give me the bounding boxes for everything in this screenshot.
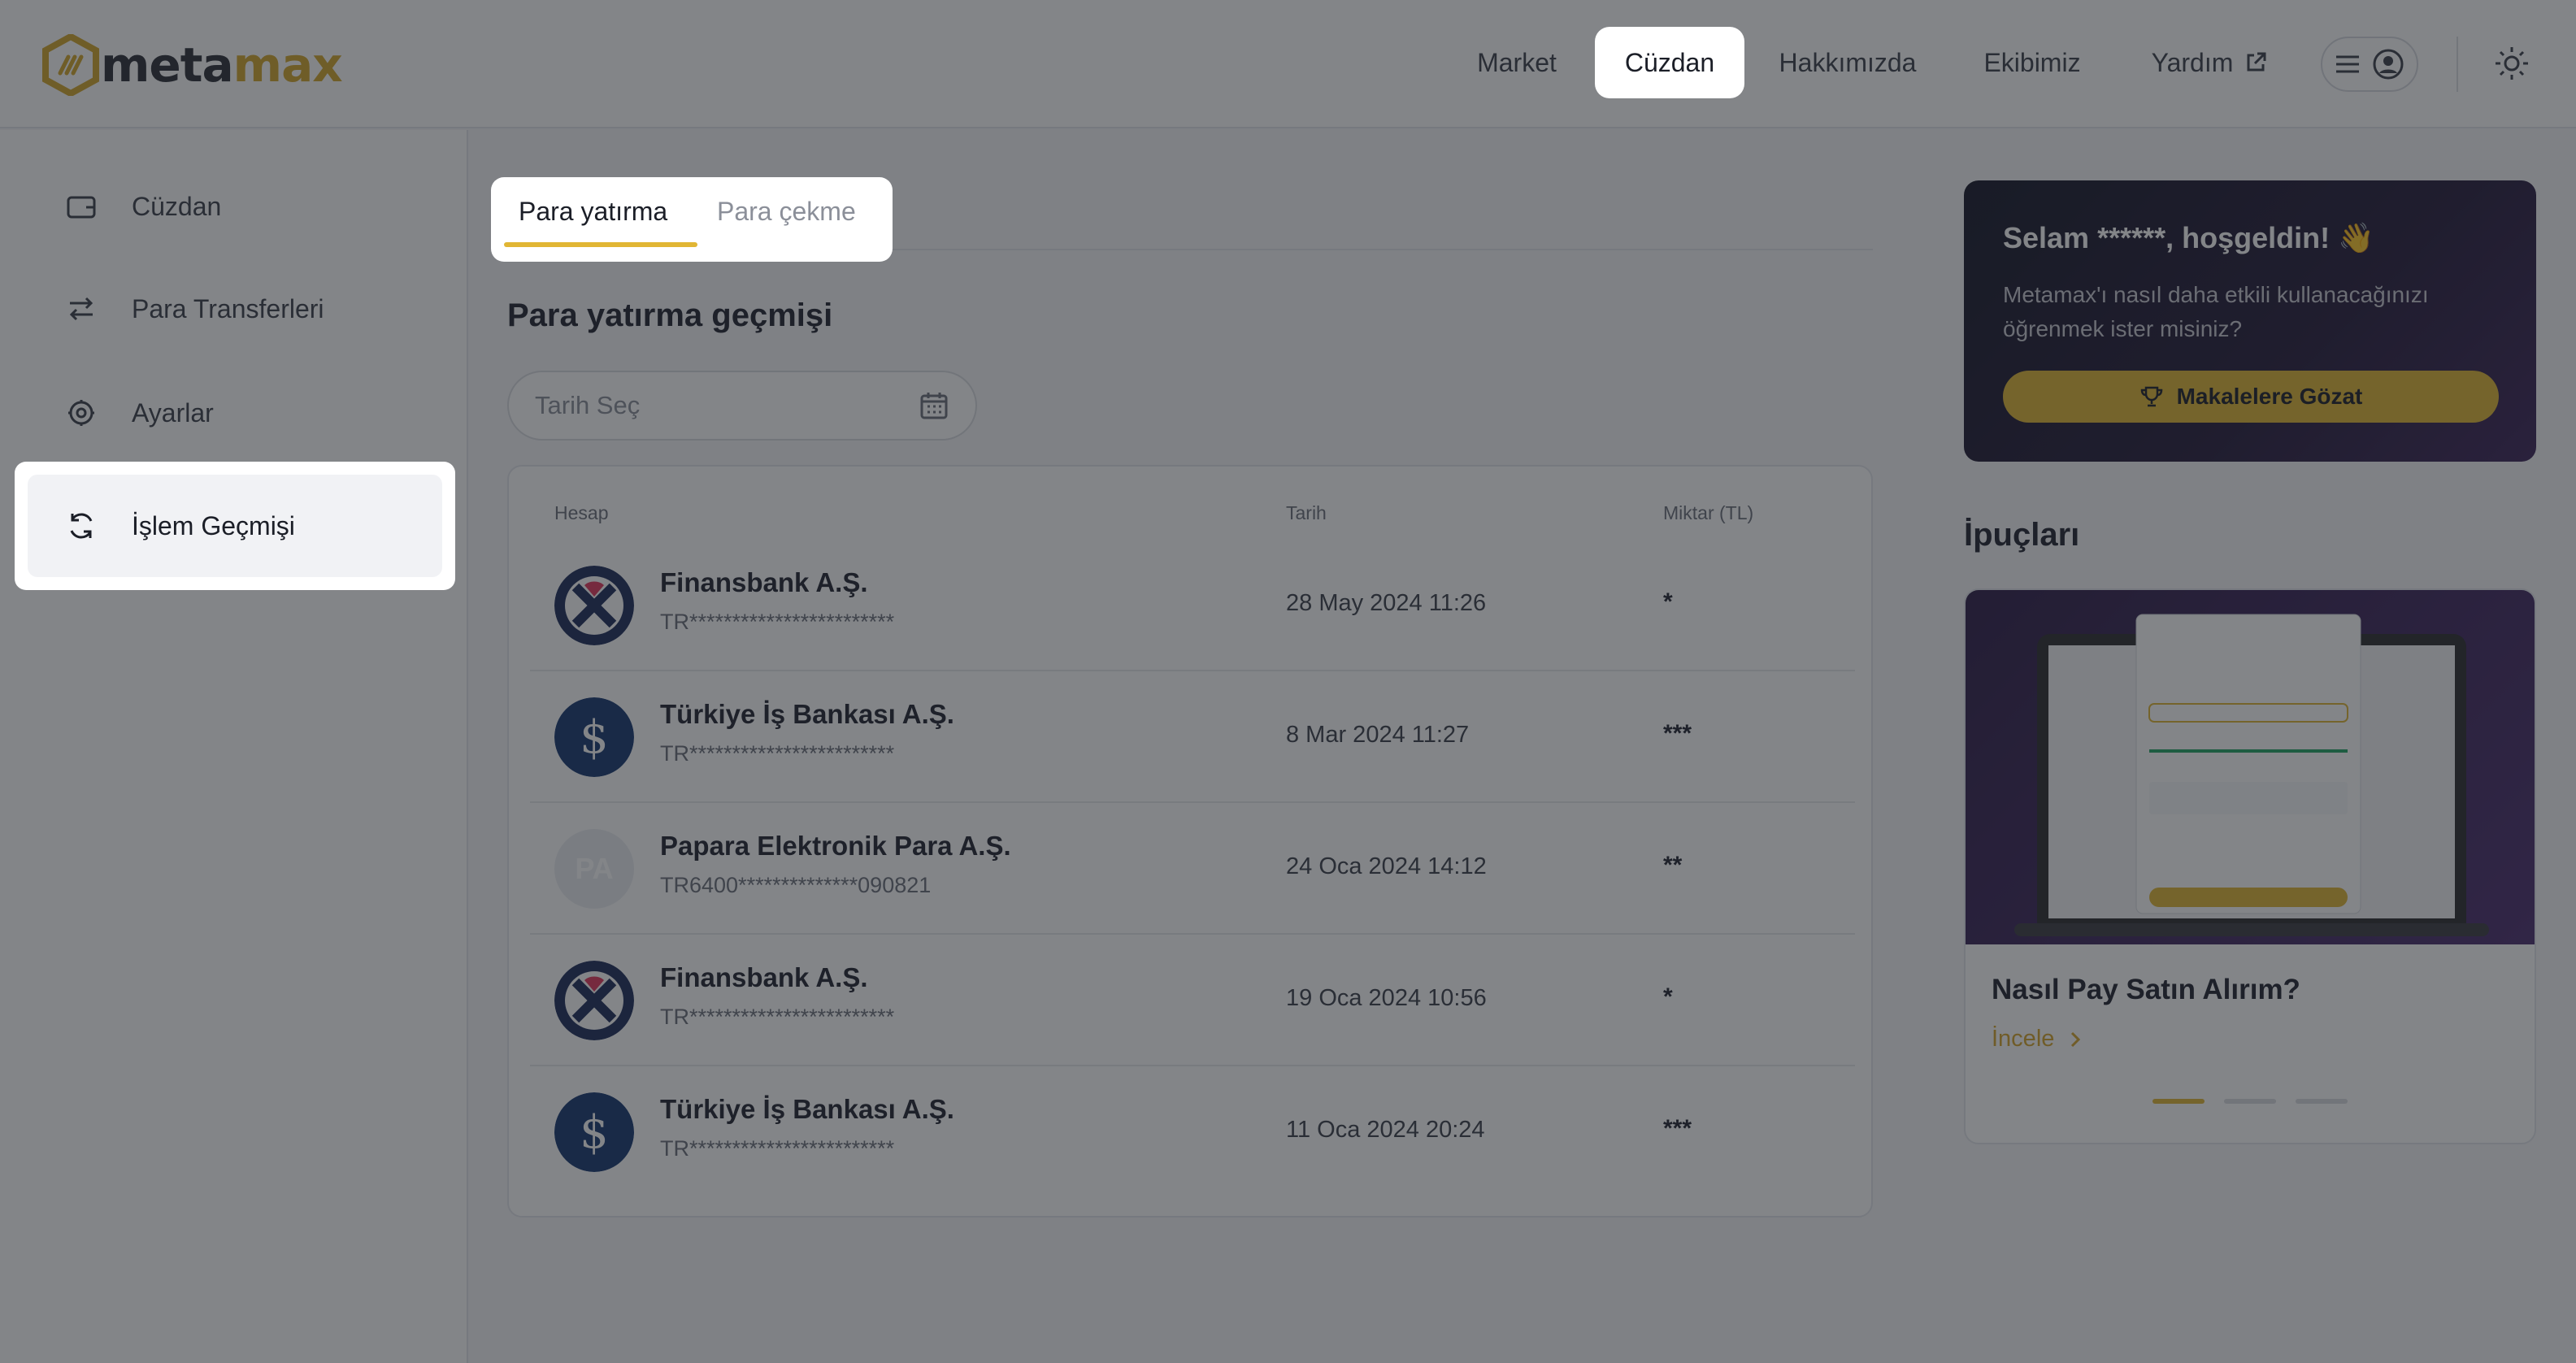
welcome-title: Selam ******, hoşgeldin! 👋 <box>2003 221 2374 254</box>
transaction-amount: *** <box>1663 1115 1692 1142</box>
papara-logo-icon: PA <box>554 829 634 909</box>
table-row[interactable]: Finansbank A.Ş. TR**********************… <box>530 935 1855 1066</box>
transaction-amount: *** <box>1663 720 1692 747</box>
transfer-arrows-icon <box>69 297 93 321</box>
sun-icon[interactable] <box>2494 46 2530 81</box>
laptop-screenshot-illustration <box>2014 614 2489 936</box>
tab-para-cekme[interactable]: Para çekme <box>717 197 856 227</box>
carousel-dot[interactable] <box>2296 1099 2348 1104</box>
nav-yardim-label: Yardım <box>2151 47 2234 77</box>
tips-title: İpuçları <box>1964 517 2080 553</box>
refresh-history-icon <box>70 513 93 539</box>
tip-heading: Nasıl Pay Satın Alırım? <box>1992 974 2300 1005</box>
logo-text-max: max <box>232 37 343 93</box>
user-circle-icon <box>2373 49 2404 80</box>
bank-name: Türkiye İş Bankası A.Ş. <box>660 699 954 729</box>
trophy-icon <box>2140 386 2162 407</box>
logo-text-meta: meta <box>101 37 234 93</box>
tip-card[interactable]: Nasıl Pay Satın Alırım? İncele <box>1964 588 2536 1144</box>
finansbank-logo-icon <box>554 961 634 1040</box>
tip-read-link[interactable]: İncele <box>1992 1026 2085 1053</box>
bank-name: Türkiye İş Bankası A.Ş. <box>660 1094 954 1124</box>
nav-ekibimiz[interactable]: Ekibimiz <box>1961 27 2104 98</box>
chevron-right-icon <box>2071 1031 2081 1047</box>
section-title: Para yatırma geçmişi <box>507 297 833 333</box>
column-header-date: Tarih <box>1286 502 1327 523</box>
sidebar-item-cuzdan[interactable]: Cüzdan <box>28 156 442 257</box>
transaction-amount: ** <box>1663 852 1683 879</box>
deposit-withdraw-tabs: Para yatırma Para çekme <box>491 177 893 262</box>
bank-iban: TR6400**************090821 <box>660 873 932 897</box>
svg-text:$: $ <box>580 1106 609 1159</box>
transaction-amount: * <box>1663 983 1673 1010</box>
bank-iban: TR************************ <box>660 741 895 766</box>
finansbank-logo-icon <box>554 566 634 645</box>
carousel-dots <box>2152 1099 2348 1104</box>
header-divider <box>2457 37 2458 92</box>
active-tab-indicator <box>504 242 697 247</box>
nav-market[interactable]: Market <box>1460 27 1574 98</box>
metamax-logo[interactable]: metamax <box>42 34 343 96</box>
browse-articles-label: Makalelere Gözat <box>2176 384 2363 409</box>
bank-iban: TR************************ <box>660 1005 895 1029</box>
logo-hexagon-icon <box>42 34 99 96</box>
transaction-date: 11 Oca 2024 20:24 <box>1286 1117 1485 1143</box>
calendar-icon[interactable] <box>919 390 949 421</box>
bank-iban: TR************************ <box>660 1136 895 1161</box>
table-row[interactable]: Finansbank A.Ş. TR**********************… <box>530 540 1855 671</box>
tab-para-yatirma[interactable]: Para yatırma <box>519 197 667 227</box>
hamburger-icon <box>2336 55 2359 73</box>
sidebar: Cüzdan Para Transferleri Ayarlar <box>0 130 468 1363</box>
bank-name: Finansbank A.Ş. <box>660 962 868 992</box>
table-row[interactable]: $ Türkiye İş Bankası A.Ş. TR************… <box>530 1066 1855 1198</box>
sidebar-item-ayarlar[interactable]: Ayarlar <box>28 362 442 463</box>
column-header-account: Hesap <box>554 502 609 523</box>
sidebar-item-label: Para Transferleri <box>132 293 324 323</box>
table-row[interactable]: $ Türkiye İş Bankası A.Ş. TR************… <box>530 671 1855 803</box>
sidebar-item-para-transferleri[interactable]: Para Transferleri <box>28 258 442 359</box>
date-picker-placeholder: Tarih Seç <box>535 391 641 419</box>
bank-name: Finansbank A.Ş. <box>660 567 868 597</box>
transactions-table: Hesap Tarih Miktar (TL) Finansbank A.Ş. … <box>507 465 1873 1218</box>
welcome-card: Selam ******, hoşgeldin! 👋 Metamax'ı nas… <box>1964 180 2536 462</box>
bank-name: Papara Elektronik Para A.Ş. <box>660 831 1011 861</box>
tip-read-link-label: İncele <box>1992 1026 2055 1052</box>
transaction-date: 28 May 2024 11:26 <box>1286 590 1487 616</box>
sidebar-item-islem-gecmisi[interactable]: İşlem Geçmişi <box>15 462 455 590</box>
column-header-amount: Miktar (TL) <box>1663 502 1754 523</box>
transaction-amount: * <box>1663 588 1673 615</box>
table-row[interactable]: PA Papara Elektronik Para A.Ş. TR6400***… <box>530 803 1855 935</box>
carousel-dot[interactable] <box>2152 1099 2205 1104</box>
sidebar-item-label: Cüzdan <box>132 191 222 221</box>
bank-iban: TR************************ <box>660 610 895 634</box>
sidebar-item-label: İşlem Geçmişi <box>132 510 295 540</box>
transaction-date: 8 Mar 2024 11:27 <box>1286 722 1470 748</box>
welcome-text: Metamax'ı nasıl daha etkili kullanacağın… <box>2003 282 2429 341</box>
nav-hakkimizda[interactable]: Hakkımızda <box>1764 27 1931 98</box>
user-menu-button[interactable] <box>2321 37 2418 92</box>
isbank-logo-icon: $ <box>554 697 634 777</box>
tip-illustration <box>1966 590 2535 944</box>
carousel-dot[interactable] <box>2224 1099 2276 1104</box>
wallet-icon <box>67 196 96 219</box>
sidebar-item-label: Ayarlar <box>132 397 214 428</box>
date-picker-input[interactable]: Tarih Seç <box>507 371 977 441</box>
svg-text:$: $ <box>580 711 609 764</box>
browse-articles-button[interactable]: Makalelere Gözat <box>2003 371 2499 423</box>
transaction-date: 19 Oca 2024 10:56 <box>1286 985 1487 1011</box>
nav-cuzdan[interactable]: Cüzdan <box>1595 27 1744 98</box>
transaction-date: 24 Oca 2024 14:12 <box>1286 853 1487 879</box>
settings-gear-icon <box>68 400 94 426</box>
isbank-logo-icon: $ <box>554 1092 634 1172</box>
nav-yardim[interactable]: Yardım <box>2133 27 2286 98</box>
external-link-icon <box>2247 52 2266 72</box>
